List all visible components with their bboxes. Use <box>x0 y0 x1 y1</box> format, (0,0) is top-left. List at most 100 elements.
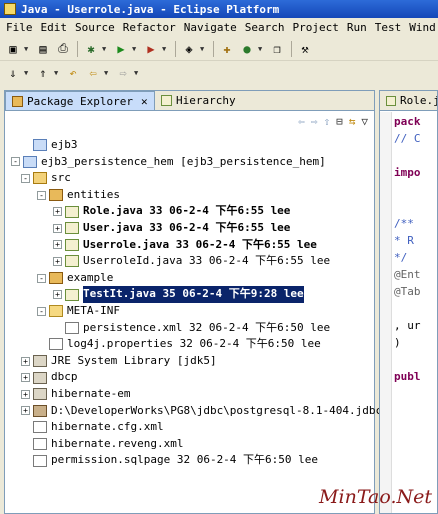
tree-item-label: hibernate.cfg.xml <box>51 420 164 434</box>
view-menu-icon[interactable]: ▽ <box>361 115 368 128</box>
tree-item[interactable]: - entities <box>7 187 374 204</box>
tree-item-label: Userrole.java 33 06-2-4 下午6:55 lee <box>83 237 317 251</box>
back-icon[interactable]: ⇦ <box>84 64 102 82</box>
expand-icon[interactable]: + <box>53 256 62 266</box>
new-dropdown-icon[interactable]: ▼ <box>24 45 32 53</box>
menu-item-navigate[interactable]: Navigate <box>180 21 241 34</box>
expand-icon[interactable]: + <box>21 356 30 366</box>
save-icon[interactable]: ▤ <box>34 40 52 58</box>
print-icon[interactable]: ⎙ <box>54 40 72 58</box>
last-edit-icon[interactable]: ↶ <box>64 64 82 82</box>
collapse-icon[interactable]: - <box>37 273 46 283</box>
tree-item-label: hibernate-em <box>51 386 131 400</box>
menu-item-test[interactable]: Test <box>371 21 406 34</box>
editor-ruler <box>380 112 392 513</box>
open-perspective-icon[interactable]: ⚒ <box>296 40 314 58</box>
close-icon[interactable]: ✕ <box>141 95 148 108</box>
prev-annotation-icon[interactable]: ⇑ <box>34 64 52 82</box>
tree-item[interactable]: hibernate.reveng.xml <box>7 436 374 453</box>
prev-annotation-dropdown-icon[interactable]: ▼ <box>54 69 62 77</box>
collapse-icon[interactable]: - <box>37 306 46 316</box>
forward-icon[interactable]: ⇨ <box>311 115 318 128</box>
tab-package-explorer[interactable]: Package Explorer ✕ <box>5 91 155 110</box>
tree-item[interactable]: - ejb3_persistence_hem [ejb3_persistence_… <box>7 154 374 171</box>
server-dropdown-icon[interactable]: ▼ <box>200 45 208 53</box>
toolbar-separator <box>210 40 216 58</box>
tree-item[interactable]: - src <box>7 170 374 187</box>
collapse-all-icon[interactable]: ⊟ <box>336 115 343 128</box>
menu-item-source[interactable]: Source <box>71 21 119 34</box>
run-icon[interactable]: ▶ <box>112 40 130 58</box>
menu-item-search[interactable]: Search <box>241 21 289 34</box>
expand-icon[interactable]: + <box>21 389 30 399</box>
expand-icon[interactable]: + <box>53 290 62 300</box>
tree-item[interactable]: + JRE System Library [jdk5] <box>7 353 374 370</box>
next-annotation-dropdown-icon[interactable]: ▼ <box>24 69 32 77</box>
code-line: , ur <box>394 319 421 332</box>
expand-icon[interactable]: + <box>53 223 62 233</box>
tree-item[interactable]: - META-INF <box>7 303 374 320</box>
code-area[interactable]: pack // C impo /** * R */ @Ent @Tab , ur) publ <box>394 115 421 387</box>
tree-item[interactable]: - example <box>7 270 374 287</box>
java-icon <box>65 205 79 218</box>
new-class-dropdown-icon[interactable]: ▼ <box>258 45 266 53</box>
forward-dropdown-icon[interactable]: ▼ <box>134 69 142 77</box>
package-explorer-icon <box>12 95 23 107</box>
expand-icon[interactable]: + <box>53 207 62 217</box>
tree-item-label: UserroleId.java 33 06-2-4 下午6:55 lee <box>83 254 331 268</box>
link-with-editor-icon[interactable]: ⇆ <box>349 115 356 128</box>
tree-item[interactable]: + hibernate-em <box>7 386 374 403</box>
forward-icon[interactable]: ⇨ <box>114 64 132 82</box>
expand-icon[interactable]: + <box>21 373 30 383</box>
tree-item-label: ejb3 <box>51 138 78 151</box>
tree-item[interactable]: + UserroleId.java 33 06-2-4 下午6:55 lee <box>7 253 374 270</box>
code-line: impo <box>394 166 421 179</box>
menu-item-edit[interactable]: Edit <box>37 21 72 34</box>
server-icon[interactable]: ◈ <box>180 40 198 58</box>
collapse-icon[interactable]: - <box>37 190 46 200</box>
tree-item-label: ejb3_persistence_hem [ejb3_persistence_h… <box>41 154 326 168</box>
menu-item-run[interactable]: Run <box>343 21 371 34</box>
tree-item[interactable]: + D:\DeveloperWorks\PG8\jdbc\postgresql-8… <box>7 403 395 420</box>
menu-item-project[interactable]: Project <box>288 21 342 34</box>
menu-item-refactor[interactable]: Refactor <box>119 21 180 34</box>
eclipse-app-icon <box>4 3 16 15</box>
tree-item[interactable]: + TestIt.java 35 06-2-4 下午9:28 lee <box>7 286 374 303</box>
menu-item-wind[interactable]: Wind <box>405 21 438 34</box>
next-annotation-icon[interactable]: ⇓ <box>4 64 22 82</box>
toolbar-separator <box>288 40 294 58</box>
tree-item[interactable]: + Userrole.java 33 06-2-4 下午6:55 lee <box>7 237 374 254</box>
new-package-icon[interactable]: ✚ <box>218 40 236 58</box>
tree-item[interactable]: + User.java 33 06-2-4 下午6:55 lee <box>7 220 374 237</box>
tree-item-label: entities <box>67 187 120 201</box>
expand-icon[interactable]: + <box>21 406 30 416</box>
new-icon[interactable]: ▣ <box>4 40 22 58</box>
tree-item-label: D:\DeveloperWorks\PG8\jdbc\postgresql-8.… <box>51 403 396 417</box>
tab-role-java[interactable]: Role.j <box>380 91 437 111</box>
external-tools-icon[interactable]: ▶ <box>142 40 160 58</box>
tree-item[interactable]: ejb3 <box>7 137 374 154</box>
tree-item-label: hibernate.reveng.xml <box>51 436 184 450</box>
open-type-icon[interactable]: ❐ <box>268 40 286 58</box>
tree-item[interactable]: permission.sqlpage 32 06-2-4 下午6:50 lee <box>7 452 374 469</box>
new-class-icon[interactable]: ● <box>238 40 256 58</box>
tree-item[interactable]: hibernate.cfg.xml <box>7 419 374 436</box>
collapse-icon[interactable]: - <box>11 157 20 167</box>
tree-item[interactable]: + Role.java 33 06-2-4 下午6:55 lee <box>7 203 374 220</box>
menu-item-file[interactable]: File <box>2 21 37 34</box>
collapse-icon[interactable]: - <box>21 173 30 183</box>
back-dropdown-icon[interactable]: ▼ <box>104 69 112 77</box>
tree-item[interactable]: + dbcp <box>7 369 374 386</box>
expand-icon[interactable]: + <box>53 240 62 250</box>
up-icon[interactable]: ⇧ <box>324 115 331 128</box>
external-tools-dropdown-icon[interactable]: ▼ <box>162 45 170 53</box>
tree-item[interactable]: log4j.properties 32 06-2-4 下午6:50 lee <box>7 336 374 353</box>
tree-item[interactable]: persistence.xml 32 06-2-4 下午6:50 lee <box>7 320 374 337</box>
debug-dropdown-icon[interactable]: ▼ <box>102 45 110 53</box>
debug-icon[interactable]: ✱ <box>82 40 100 58</box>
xml-icon <box>33 437 47 450</box>
tab-hierarchy[interactable]: Hierarchy <box>155 91 242 110</box>
back-icon[interactable]: ⇦ <box>298 115 305 128</box>
run-dropdown-icon[interactable]: ▼ <box>132 45 140 53</box>
